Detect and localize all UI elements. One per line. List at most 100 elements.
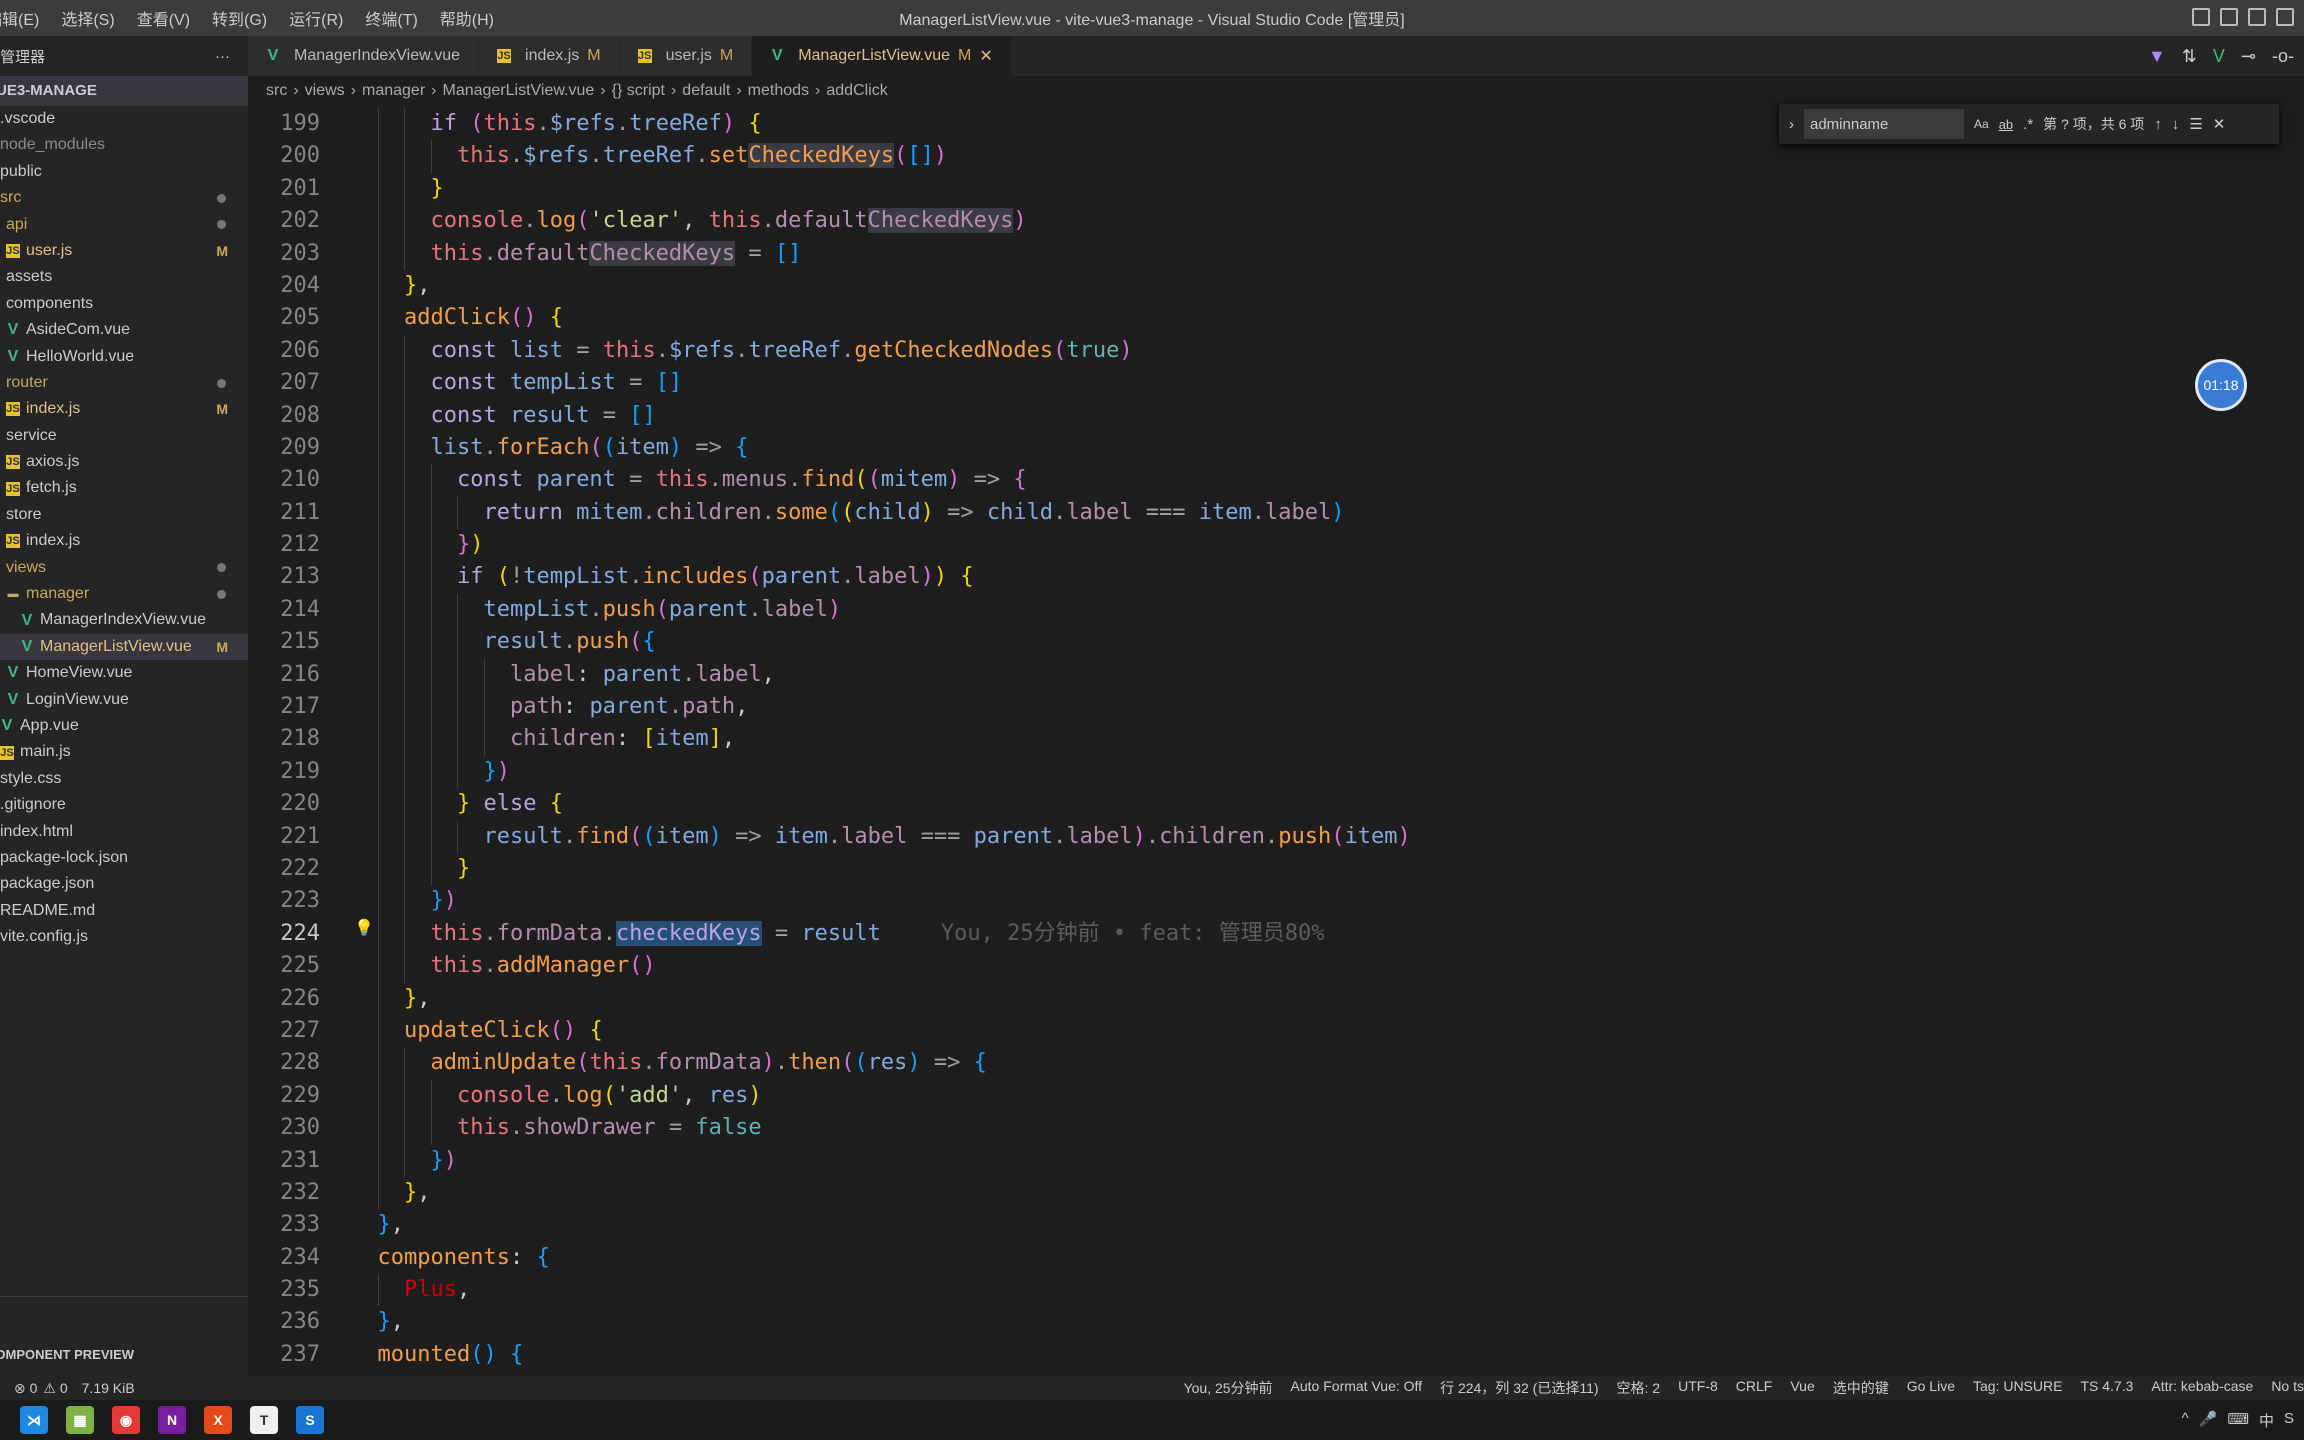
status-item[interactable]: Tag: UNSURE xyxy=(1973,1378,2062,1398)
errors-count[interactable]: ⊗ 0 xyxy=(14,1380,37,1397)
close-icon[interactable]: ✕ xyxy=(2213,115,2226,133)
taskbar-app-chrome[interactable]: ◉ xyxy=(112,1406,140,1434)
tree-item[interactable]: package.json xyxy=(0,871,248,897)
tab-index-js[interactable]: JS index.js M xyxy=(479,36,620,76)
toggle-secondary-sidebar-icon[interactable] xyxy=(2248,8,2266,26)
tree-item[interactable]: JS fetch.js xyxy=(0,475,248,501)
tree-item[interactable]: JS main.js xyxy=(0,739,248,765)
breadcrumb-item[interactable]: ManagerListView.vue xyxy=(442,82,594,100)
taskbar-app-typora[interactable]: T xyxy=(250,1406,278,1434)
status-item[interactable]: Vue xyxy=(1790,1378,1814,1398)
status-item[interactable]: UTF-8 xyxy=(1678,1378,1718,1398)
git-prev-icon[interactable]: ⊸ xyxy=(2241,46,2256,67)
taskbar-app-browser[interactable]: S xyxy=(296,1406,324,1434)
tree-item[interactable]: vite.config.js xyxy=(0,924,248,950)
tree-item[interactable]: V LoginView.vue xyxy=(0,687,248,713)
project-root[interactable]: VUE3-MANAGE xyxy=(0,76,248,106)
tree-item[interactable]: V App.vue xyxy=(0,713,248,739)
tree-item[interactable]: .gitignore xyxy=(0,792,248,818)
customize-layout-icon[interactable] xyxy=(2276,8,2294,26)
taskbar-app-xmind[interactable]: X xyxy=(204,1406,232,1434)
status-item[interactable]: Attr: kebab-case xyxy=(2151,1378,2253,1398)
tray-icon[interactable]: ⌨ xyxy=(2227,1410,2249,1431)
git-commit-icon[interactable]: -o- xyxy=(2272,46,2294,67)
toggle-sidebar-icon[interactable] xyxy=(2192,8,2210,26)
tree-item[interactable]: style.css xyxy=(0,766,248,792)
tree-item[interactable]: ▬ manager xyxy=(0,581,248,607)
status-item[interactable]: TS 4.7.3 xyxy=(2080,1378,2133,1398)
warnings-count[interactable]: ⚠ 0 xyxy=(43,1380,67,1397)
find-in-selection-icon[interactable]: ☰ xyxy=(2189,115,2202,133)
status-item[interactable]: You, 25分钟前 xyxy=(1184,1378,1273,1398)
menu-item[interactable]: 运行(R) xyxy=(289,12,343,29)
breadcrumb-item[interactable]: default xyxy=(682,82,730,100)
next-match-icon[interactable]: ↓ xyxy=(2172,116,2180,133)
match-word-button[interactable]: ab xyxy=(1999,117,2013,132)
previous-match-icon[interactable]: ↑ xyxy=(2154,116,2162,133)
vite-icon[interactable]: ▼ xyxy=(2148,46,2166,67)
status-item[interactable]: Go Live xyxy=(1907,1378,1955,1398)
breadcrumb-item[interactable]: methods xyxy=(748,82,809,100)
find-input[interactable] xyxy=(1804,109,1964,139)
tree-item[interactable]: V AsideCom.vue xyxy=(0,317,248,343)
status-item[interactable]: No ts xyxy=(2271,1378,2304,1398)
tray-icon[interactable]: S xyxy=(2284,1410,2294,1431)
status-item[interactable]: Auto Format Vue: Off xyxy=(1291,1378,1423,1398)
menu-item[interactable]: 转到(G) xyxy=(212,12,267,29)
tree-item[interactable]: views xyxy=(0,555,248,581)
more-actions-button[interactable]: ··· xyxy=(215,48,230,65)
status-item[interactable]: 选中的键 xyxy=(1833,1378,1889,1398)
tree-item[interactable]: V HelloWorld.vue xyxy=(0,344,248,370)
tree-item[interactable]: api xyxy=(0,212,248,238)
tree-item[interactable]: public xyxy=(0,159,248,185)
lightbulb-icon[interactable]: 💡 xyxy=(354,918,374,938)
component-preview-header[interactable]: COMPONENT PREVIEW xyxy=(0,1296,248,1376)
breadcrumb-item[interactable]: addClick xyxy=(826,82,887,100)
status-item[interactable]: 行 224，列 32 (已选择11) xyxy=(1440,1378,1598,1398)
tree-item[interactable]: index.html xyxy=(0,819,248,845)
menu-item[interactable]: 编辑(E) xyxy=(0,12,39,29)
recording-timer[interactable]: 01:18 xyxy=(2195,359,2247,411)
tree-item[interactable]: JS index.js M xyxy=(0,396,248,422)
taskbar-app-vscode[interactable]: ⋊ xyxy=(20,1406,48,1434)
tree-item[interactable]: service xyxy=(0,423,248,449)
tray-icon[interactable]: 🎤 xyxy=(2199,1410,2218,1431)
regex-button[interactable]: .* xyxy=(2023,116,2033,133)
code-editor[interactable]: 199 if (this.$refs.treeRef) {200 this.$r… xyxy=(248,108,2288,1376)
breadcrumb-item[interactable]: views xyxy=(305,82,345,100)
tray-icon[interactable]: ^ xyxy=(2182,1410,2189,1431)
menu-item[interactable]: 帮助(H) xyxy=(440,12,494,29)
taskbar-app-onenote[interactable]: N xyxy=(158,1406,186,1434)
compare-changes-icon[interactable]: ⇅ xyxy=(2182,46,2197,67)
toggle-panel-icon[interactable] xyxy=(2220,8,2238,26)
tree-item[interactable]: .vscode xyxy=(0,106,248,132)
tree-item[interactable]: JS user.js M xyxy=(0,238,248,264)
match-case-button[interactable]: Aa xyxy=(1974,117,1989,131)
tree-item[interactable]: router xyxy=(0,370,248,396)
tree-item[interactable]: README.md xyxy=(0,898,248,924)
tree-item[interactable]: V HomeView.vue xyxy=(0,660,248,686)
tab-managerindexview-vue[interactable]: V ManagerIndexView.vue xyxy=(248,36,480,76)
tree-item[interactable]: V ManagerListView.vue M xyxy=(0,633,248,661)
menu-item[interactable]: 选择(S) xyxy=(61,12,114,29)
tree-item[interactable]: package-lock.json xyxy=(0,845,248,871)
breadcrumb-item[interactable]: src xyxy=(266,82,287,100)
taskbar-app-app-green[interactable]: ▦ xyxy=(66,1406,94,1434)
tree-item[interactable]: store xyxy=(0,502,248,528)
tree-item[interactable]: src xyxy=(0,185,248,211)
tree-item[interactable]: V ManagerIndexView.vue xyxy=(0,607,248,633)
status-item[interactable]: CRLF xyxy=(1736,1378,1773,1398)
menu-item[interactable]: 终端(T) xyxy=(365,12,417,29)
tree-item[interactable]: node_modules xyxy=(0,132,248,158)
tab-managerlistview-vue[interactable]: V ManagerListView.vue M ✕ xyxy=(752,36,1012,76)
tray-icon[interactable]: 中 xyxy=(2259,1410,2274,1431)
breadcrumb-item[interactable]: {} script xyxy=(612,82,665,100)
breadcrumb-item[interactable]: manager xyxy=(362,82,425,100)
close-icon[interactable]: ✕ xyxy=(979,46,992,66)
tree-item[interactable]: components xyxy=(0,291,248,317)
tab-user-js[interactable]: JS user.js M xyxy=(619,36,753,76)
status-item[interactable]: 空格: 2 xyxy=(1617,1378,1661,1398)
vue-icon[interactable]: V xyxy=(2213,46,2225,67)
menu-item[interactable]: 查看(V) xyxy=(137,12,190,29)
tree-item[interactable]: JS index.js xyxy=(0,528,248,554)
